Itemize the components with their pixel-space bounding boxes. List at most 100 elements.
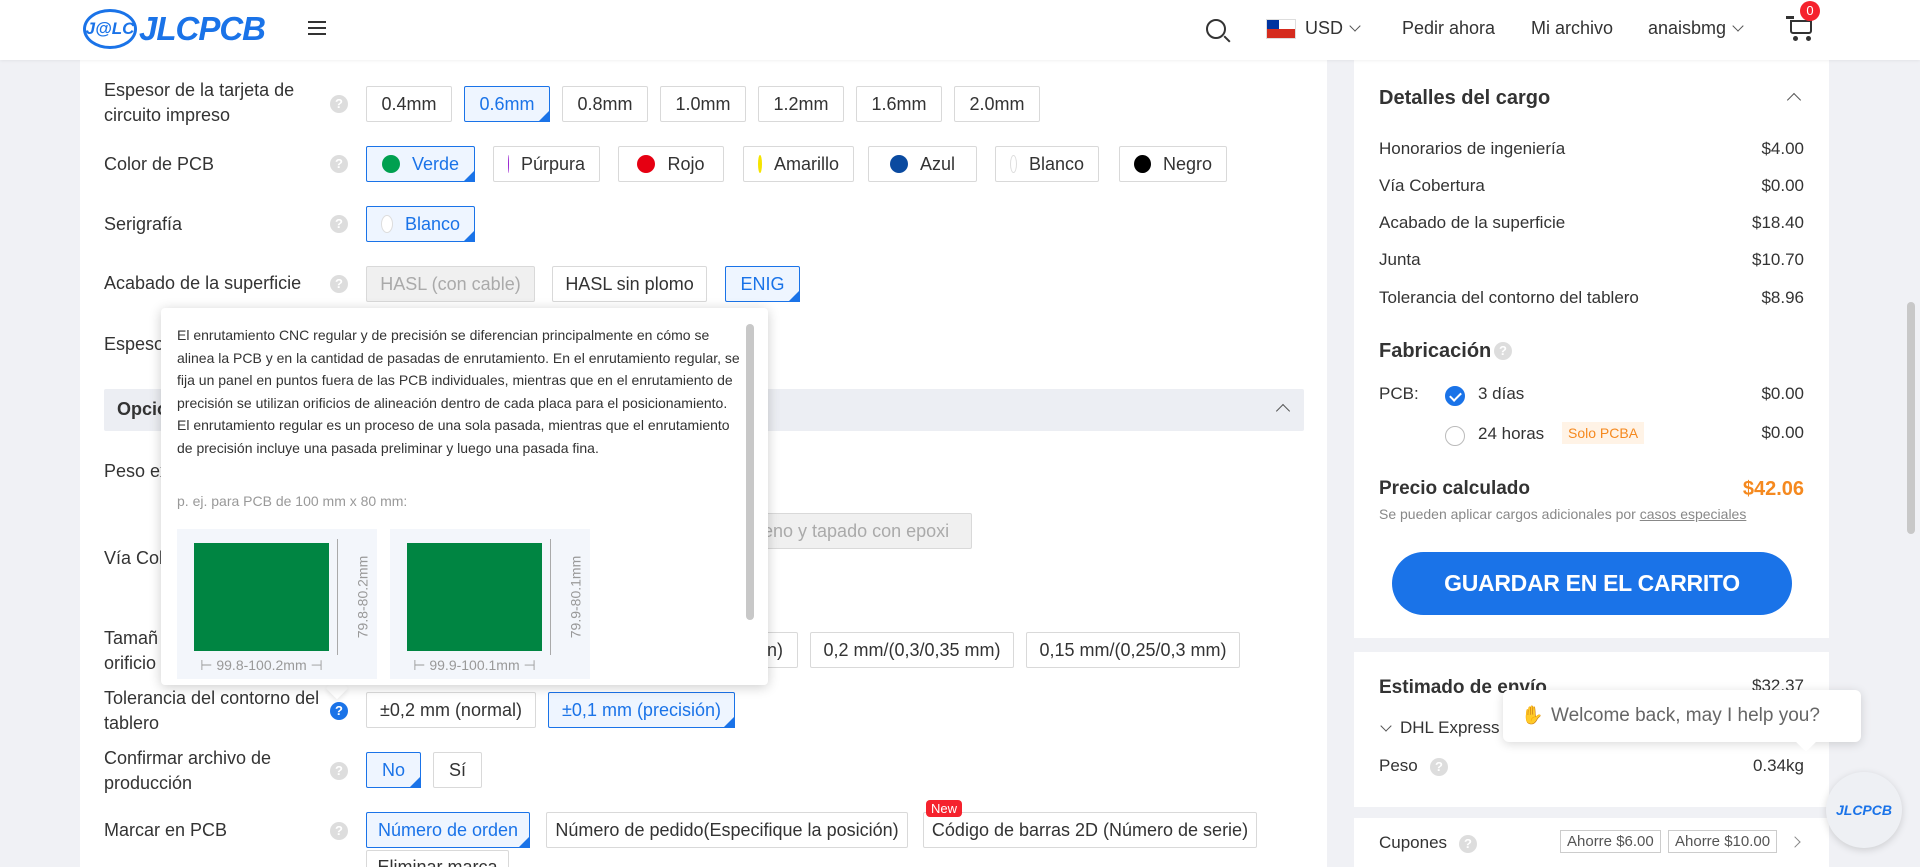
help-icon[interactable]: ? xyxy=(330,762,348,780)
surface-option-hasl[interactable]: HASL (con cable) xyxy=(366,266,535,302)
help-icon[interactable]: ? xyxy=(1494,342,1512,360)
partial-label: Espeso xyxy=(104,334,165,354)
hole-size-option[interactable]: 0,15 mm/(0,25/0,3 mm) xyxy=(1026,632,1240,668)
color-option-white[interactable]: Blanco xyxy=(995,146,1099,182)
fabrication-title: Fabricación xyxy=(1379,340,1492,362)
pcb-board xyxy=(194,543,329,651)
help-icon[interactable]: ? xyxy=(330,702,348,720)
coupon-tag[interactable]: Ahorre $6.00 xyxy=(1560,830,1661,853)
coupons-panel[interactable]: Cupones ? Ahorre $6.00 Ahorre $10.00 xyxy=(1354,818,1829,867)
nav-order-now[interactable]: Pedir ahora xyxy=(1402,18,1495,39)
chevron-down-icon xyxy=(1732,20,1744,32)
chevron-right-icon[interactable] xyxy=(1789,836,1801,848)
extra-charges-note: Se pueden aplicar cargos adicionales por… xyxy=(1379,506,1747,522)
logo-text: JLCPCB xyxy=(139,10,266,47)
color-option-green[interactable]: Verde xyxy=(366,146,475,182)
thickness-option[interactable]: 0.8mm xyxy=(562,86,648,122)
top-header: J@LC JLCPCB USD Pedir ahora Mi archivo a… xyxy=(0,0,1920,60)
build-time-radio[interactable] xyxy=(1445,426,1465,446)
tolerance-option-precision[interactable]: ±0,1 mm (precisión) xyxy=(548,692,735,728)
help-icon[interactable]: ? xyxy=(1459,835,1477,853)
charge-row: Junta $10.70 xyxy=(1379,250,1804,269)
chat-welcome-bubble[interactable]: ✋ Welcome back, may I help you? xyxy=(1503,690,1861,742)
help-icon[interactable]: ? xyxy=(330,822,348,840)
width-dimension: ⊢ 99.8-100.2mm ⊣ xyxy=(200,657,323,673)
help-icon[interactable]: ? xyxy=(1430,758,1448,776)
mark-option-remove[interactable]: Eliminar marca xyxy=(366,850,509,867)
thickness-option[interactable]: 1.6mm xyxy=(856,86,942,122)
weight-label: Peso ex xyxy=(104,461,170,481)
mark-option-order-number[interactable]: Número de orden xyxy=(366,812,530,848)
mark-option-order-position[interactable]: Número de pedido(Especifique la posición… xyxy=(546,812,908,848)
mark-option-2d-barcode[interactable]: Código de barras 2D (Número de serie) xyxy=(923,812,1257,848)
help-icon[interactable]: ? xyxy=(330,275,348,293)
charge-row: Honorarios de ingeniería $4.00 xyxy=(1379,139,1804,158)
menu-icon[interactable] xyxy=(302,17,326,39)
charge-row: Vía Cobertura $0.00 xyxy=(1379,176,1804,195)
thickness-option[interactable]: 0.6mm xyxy=(464,86,550,122)
confirm-option-no[interactable]: No xyxy=(366,752,421,788)
thickness-option[interactable]: 2.0mm xyxy=(954,86,1040,122)
charge-details-panel: Detalles del cargo Honorarios de ingenie… xyxy=(1354,60,1829,638)
color-option-yellow[interactable]: Amarillo xyxy=(743,146,854,182)
chevron-up-icon[interactable] xyxy=(1786,92,1802,108)
build-time-label: 24 horas xyxy=(1478,424,1545,443)
confirm-file-label: Confirmar archivo de producción xyxy=(104,748,272,793)
currency-selector[interactable]: USD xyxy=(1305,18,1361,39)
logo-badge: J@LC xyxy=(83,9,137,49)
color-option-purple[interactable]: Púrpura xyxy=(493,146,600,182)
hole-size-option[interactable]: 0,2 mm/(0,3/0,35 mm) xyxy=(810,632,1014,668)
height-dimension: 79.8-80.2mm xyxy=(337,539,371,655)
jlcpcb-logo[interactable]: J@LC JLCPCB xyxy=(83,8,266,50)
coupons-label: Cupones xyxy=(1379,833,1448,852)
outline-tolerance-label: Tolerancia del contorno del tablero xyxy=(104,688,320,733)
charges-title: Detalles del cargo xyxy=(1379,87,1551,109)
hole-size-label: Tamañ orificio xyxy=(104,628,159,673)
color-option-red[interactable]: Rojo xyxy=(618,146,724,182)
thickness-option[interactable]: 1.2mm xyxy=(758,86,844,122)
nav-my-files[interactable]: Mi archivo xyxy=(1531,18,1613,39)
thickness-label: Espesor de la tarjeta de circuito impreso xyxy=(104,80,295,125)
chat-avatar-button[interactable]: JLCPCB xyxy=(1826,772,1902,848)
via-covering-label: Vía Cob xyxy=(104,548,170,568)
weight-value: 0.34kg xyxy=(1752,756,1804,775)
color-option-black[interactable]: Negro xyxy=(1119,146,1227,182)
weight-label: Peso xyxy=(1379,756,1418,775)
tooltip-scrollbar[interactable] xyxy=(746,324,754,620)
user-menu[interactable]: anaisbmg xyxy=(1648,18,1744,39)
pcb-color-label: Color de PCB xyxy=(104,154,215,174)
build-time-price: $0.00 xyxy=(1761,384,1804,403)
save-to-cart-button[interactable]: GUARDAR EN EL CARRITO xyxy=(1392,552,1792,615)
new-badge: New xyxy=(926,800,963,817)
tooltip-example: p. ej. para PCB de 100 mm x 80 mm: xyxy=(177,493,408,509)
board-diagram-regular: 79.8-80.2mm ⊢ 99.8-100.2mm ⊣ xyxy=(177,529,377,679)
thickness-option[interactable]: 1.0mm xyxy=(660,86,746,122)
surface-finish-label: Acabado de la superficie xyxy=(104,273,302,293)
help-icon[interactable]: ? xyxy=(330,215,348,233)
tolerance-option-normal[interactable]: ±0,2 mm (normal) xyxy=(366,692,536,728)
page-scrollbar[interactable] xyxy=(1907,302,1915,534)
silkscreen-option-white[interactable]: Blanco xyxy=(366,206,475,242)
surface-option-hasl-lead-free[interactable]: HASL sin plomo xyxy=(552,266,707,302)
silkscreen-label: Serigrafía xyxy=(104,214,183,234)
coupon-tag[interactable]: Ahorre $10.00 xyxy=(1668,830,1778,853)
pcb-label: PCB: xyxy=(1379,384,1419,403)
chile-flag-icon[interactable] xyxy=(1266,19,1296,39)
help-icon[interactable]: ? xyxy=(330,155,348,173)
mark-label: Marcar en PCB xyxy=(104,820,228,840)
calculated-price-value: $42.06 xyxy=(1742,478,1804,500)
color-option-blue[interactable]: Azul xyxy=(868,146,977,182)
help-icon[interactable]: ? xyxy=(330,95,348,113)
special-cases-link[interactable]: casos especiales xyxy=(1640,506,1747,522)
build-time-radio[interactable] xyxy=(1445,386,1465,406)
carrier-selector[interactable]: DHL Express xyxy=(1380,718,1500,738)
routing-tooltip: El enrutamiento CNC regular y de precisi… xyxy=(161,308,768,685)
via-option-epoxy[interactable]: lleno y tapado con epoxi xyxy=(740,513,972,549)
surface-option-enig[interactable]: ENIG xyxy=(725,266,800,302)
charge-row: Tolerancia del contorno del tablero $8.96 xyxy=(1379,288,1804,307)
pcba-only-tag: Solo PCBA xyxy=(1562,422,1645,444)
thickness-option[interactable]: 0.4mm xyxy=(366,86,452,122)
charge-row: Acabado de la superficie $18.40 xyxy=(1379,213,1804,232)
search-icon[interactable] xyxy=(1206,19,1226,39)
confirm-option-yes[interactable]: Sí xyxy=(433,752,482,788)
